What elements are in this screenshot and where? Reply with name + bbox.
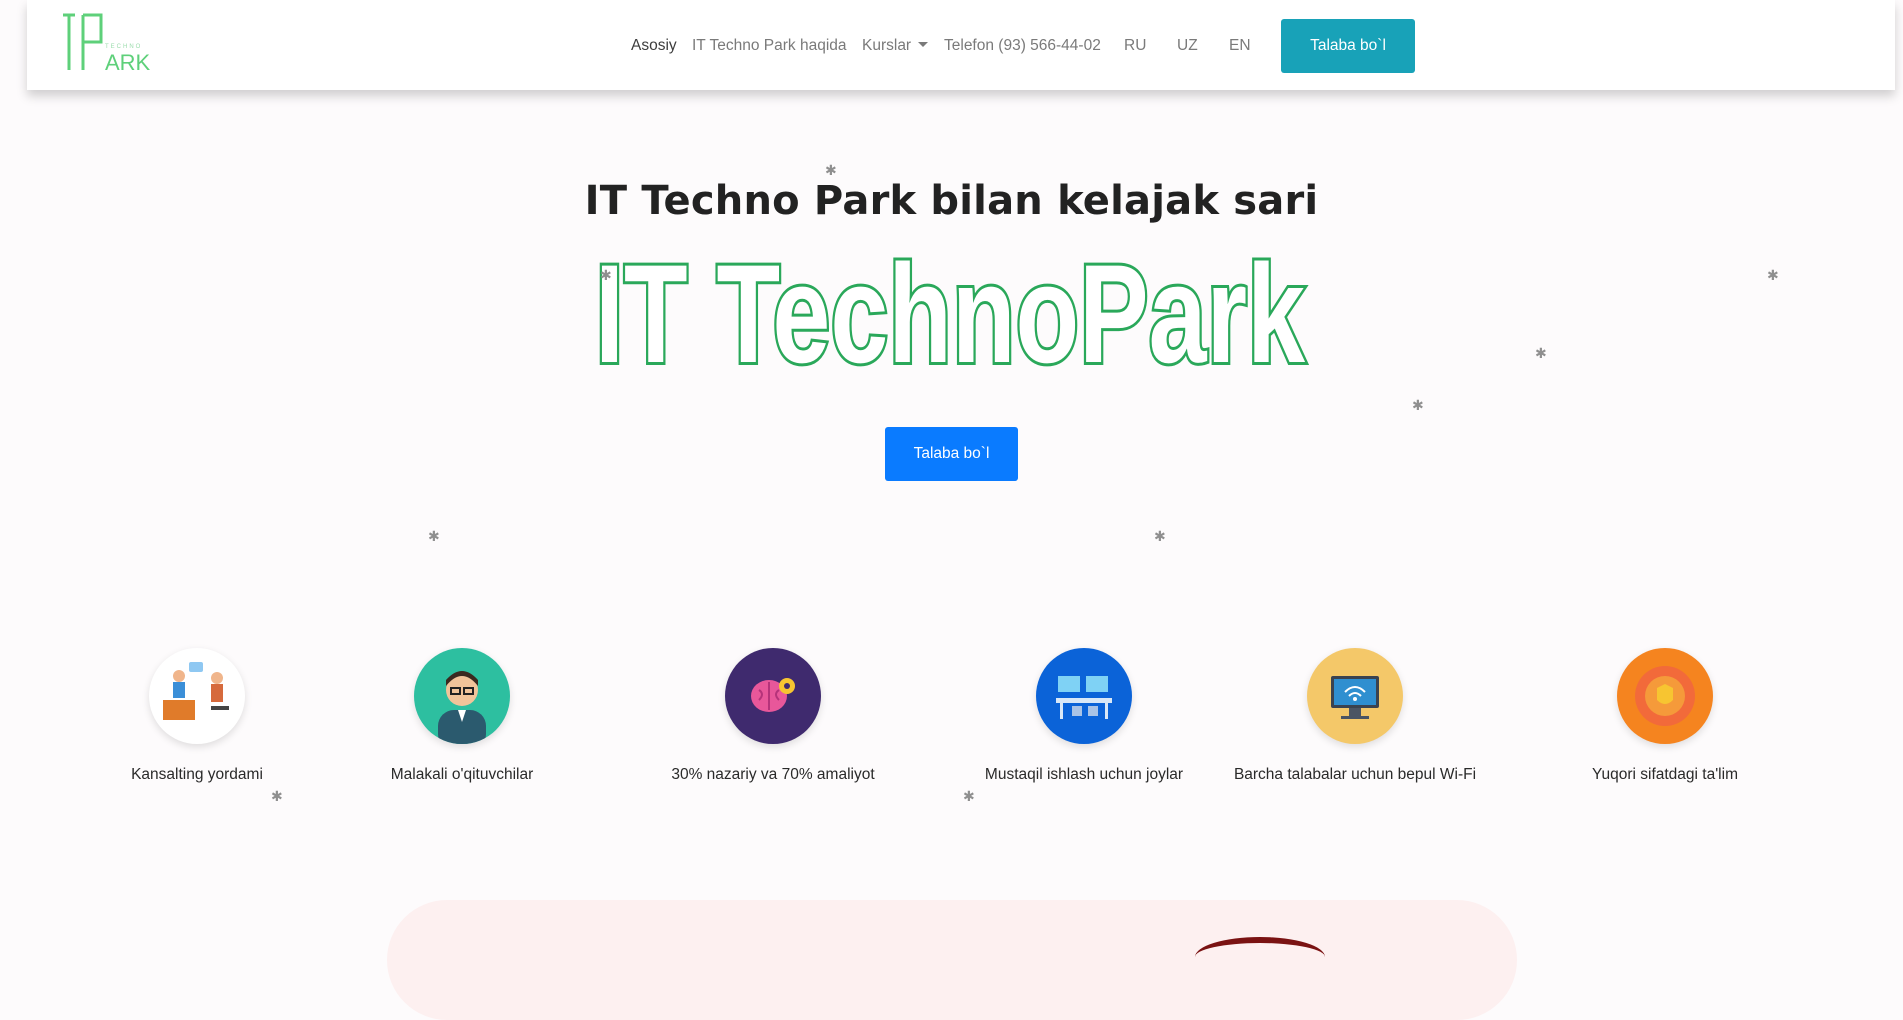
feature-label: Barcha talabalar uchun bepul Wi-Fi xyxy=(1233,766,1477,783)
nav-link-courses-label: Kurslar xyxy=(862,37,912,54)
snowflake-icon: ✱ xyxy=(1535,345,1547,361)
nav-link-asosiy[interactable]: Asosiy xyxy=(631,37,677,55)
feature-quality: Yuqori sifatdagi ta'lim xyxy=(1535,648,1795,784)
feature-practice: 30% nazariy va 70% amaliyot xyxy=(643,648,903,784)
nav-link-courses-dropdown[interactable]: Kurslar xyxy=(862,37,929,55)
snowflake-icon: ✱ xyxy=(963,788,975,804)
feature-workplaces: Mustaqil ishlash uchun joylar xyxy=(954,648,1214,784)
workplace-icon xyxy=(1036,648,1132,744)
nav-link-phone[interactable]: Telefon (93) 566-44-02 xyxy=(944,37,1101,55)
chevron-down-icon xyxy=(918,42,929,47)
hero-title: IT Techno Park bilan kelajak sari xyxy=(584,178,1319,224)
feature-consulting: Kansalting yordami xyxy=(67,648,327,784)
feature-label: 30% nazariy va 70% amaliyot xyxy=(671,766,875,783)
snowflake-icon: ✱ xyxy=(271,788,283,804)
feature-label: Kansalting yordami xyxy=(131,766,263,783)
feature-teachers: Malakali o'qituvchilar xyxy=(332,648,592,784)
lang-ru[interactable]: RU xyxy=(1124,37,1146,55)
become-student-button-hero[interactable]: Talaba bo`l xyxy=(885,427,1018,481)
teacher-icon xyxy=(414,648,510,744)
feature-label: Malakali o'qituvchilar xyxy=(390,766,534,783)
snowflake-icon: ✱ xyxy=(1154,528,1166,544)
hero-logo-text: IT TechnoPark xyxy=(595,240,1305,380)
next-section-card xyxy=(387,900,1517,1020)
wifi-monitor-icon xyxy=(1307,648,1403,744)
snowflake-icon: ✱ xyxy=(600,267,612,283)
snowflake-icon: ✱ xyxy=(825,162,837,178)
hero-logo: IT TechnoPark xyxy=(592,240,1308,380)
nav-link-about[interactable]: IT Techno Park haqida xyxy=(692,37,847,55)
navbar: ARK TECHNO Asosiy IT Techno Park haqida … xyxy=(27,0,1895,90)
quality-badge-icon xyxy=(1617,648,1713,744)
snowflake-icon: ✱ xyxy=(1767,267,1779,283)
lang-en[interactable]: EN xyxy=(1229,37,1251,55)
lang-uz[interactable]: UZ xyxy=(1177,37,1198,55)
feature-label: Mustaqil ishlash uchun joylar xyxy=(984,766,1184,783)
brain-icon xyxy=(725,648,821,744)
become-student-button-nav[interactable]: Talaba bo`l xyxy=(1281,19,1415,73)
consulting-icon xyxy=(149,648,245,744)
snowflake-icon: ✱ xyxy=(1412,397,1424,413)
feature-wifi: Barcha talabalar uchun bepul Wi-Fi xyxy=(1225,648,1485,784)
feature-label: Yuqori sifatdagi ta'lim xyxy=(1592,766,1738,783)
snowflake-icon: ✱ xyxy=(428,528,440,544)
next-section-graphic xyxy=(1195,937,1325,977)
